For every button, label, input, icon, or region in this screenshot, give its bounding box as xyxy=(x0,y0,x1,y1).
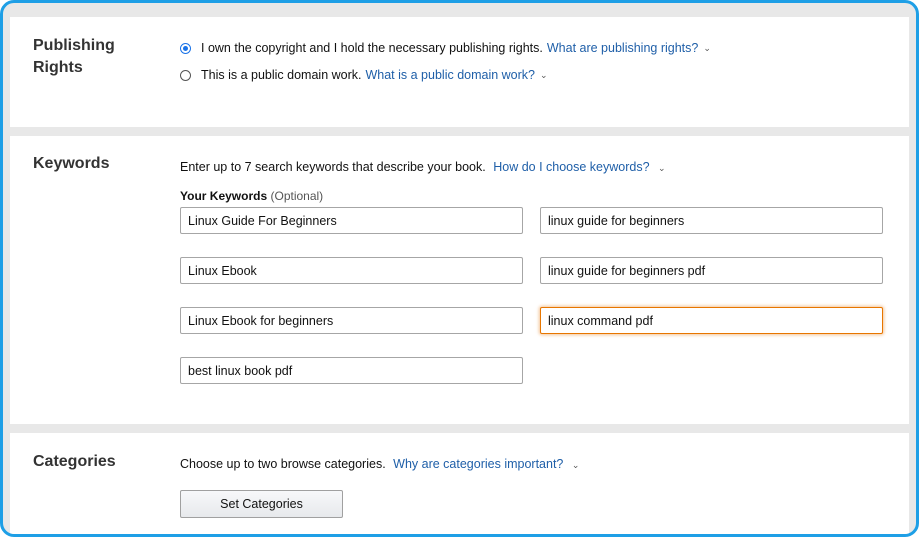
your-keywords-label-text: Your Keywords xyxy=(180,189,268,203)
categories-section: Categories Choose up to two browse categ… xyxy=(10,433,909,534)
keywords-section: Keywords Enter up to 7 search keywords t… xyxy=(10,136,909,424)
your-keywords-label: Your Keywords (Optional) xyxy=(180,188,323,204)
how-choose-keywords-link[interactable]: How do I choose keywords? xyxy=(493,160,649,174)
categories-intro: Choose up to two browse categories. Why … xyxy=(180,456,579,473)
keywords-title: Keywords xyxy=(33,155,110,172)
radio-public-domain[interactable] xyxy=(180,69,191,81)
keywords-intro: Enter up to 7 search keywords that descr… xyxy=(180,159,666,176)
publishing-rights-title: Publishing Rights xyxy=(33,37,115,76)
chevron-down-icon[interactable]: ⌄ xyxy=(572,457,580,473)
radio-own-copyright[interactable] xyxy=(180,42,191,54)
keyword-field-1[interactable] xyxy=(180,207,523,234)
set-categories-button[interactable]: Set Categories xyxy=(180,490,343,518)
radio-own-copyright-label[interactable]: I own the copyright and I hold the neces… xyxy=(201,40,543,56)
keyword-field-7[interactable] xyxy=(180,357,523,384)
what-is-public-domain-link[interactable]: What is a public domain work? xyxy=(365,67,535,83)
keyword-field-4[interactable] xyxy=(540,257,883,284)
keyword-field-3[interactable] xyxy=(180,257,523,284)
screenshot-frame: Publishing Rights I own the copyright an… xyxy=(0,0,919,537)
categories-title: Categories xyxy=(33,453,116,470)
optional-label: (Optional) xyxy=(270,189,324,203)
publishing-rights-option-public-domain[interactable]: This is a public domain work. What is a … xyxy=(180,67,548,83)
chevron-down-icon[interactable]: ⌄ xyxy=(540,67,548,83)
keyword-field-6[interactable] xyxy=(540,307,883,334)
keyword-field-2[interactable] xyxy=(540,207,883,234)
keyword-field-5[interactable] xyxy=(180,307,523,334)
publishing-rights-section: Publishing Rights I own the copyright an… xyxy=(10,17,909,127)
publishing-rights-option-own[interactable]: I own the copyright and I hold the neces… xyxy=(180,40,711,56)
why-categories-important-link[interactable]: Why are categories important? xyxy=(393,457,563,471)
radio-public-domain-label[interactable]: This is a public domain work. xyxy=(201,67,361,83)
keywords-intro-text: Enter up to 7 search keywords that descr… xyxy=(180,160,486,174)
chevron-down-icon[interactable]: ⌄ xyxy=(703,40,711,56)
what-are-publishing-rights-link[interactable]: What are publishing rights? xyxy=(547,40,698,56)
chevron-down-icon[interactable]: ⌄ xyxy=(658,160,666,176)
categories-intro-text: Choose up to two browse categories. xyxy=(180,457,386,471)
